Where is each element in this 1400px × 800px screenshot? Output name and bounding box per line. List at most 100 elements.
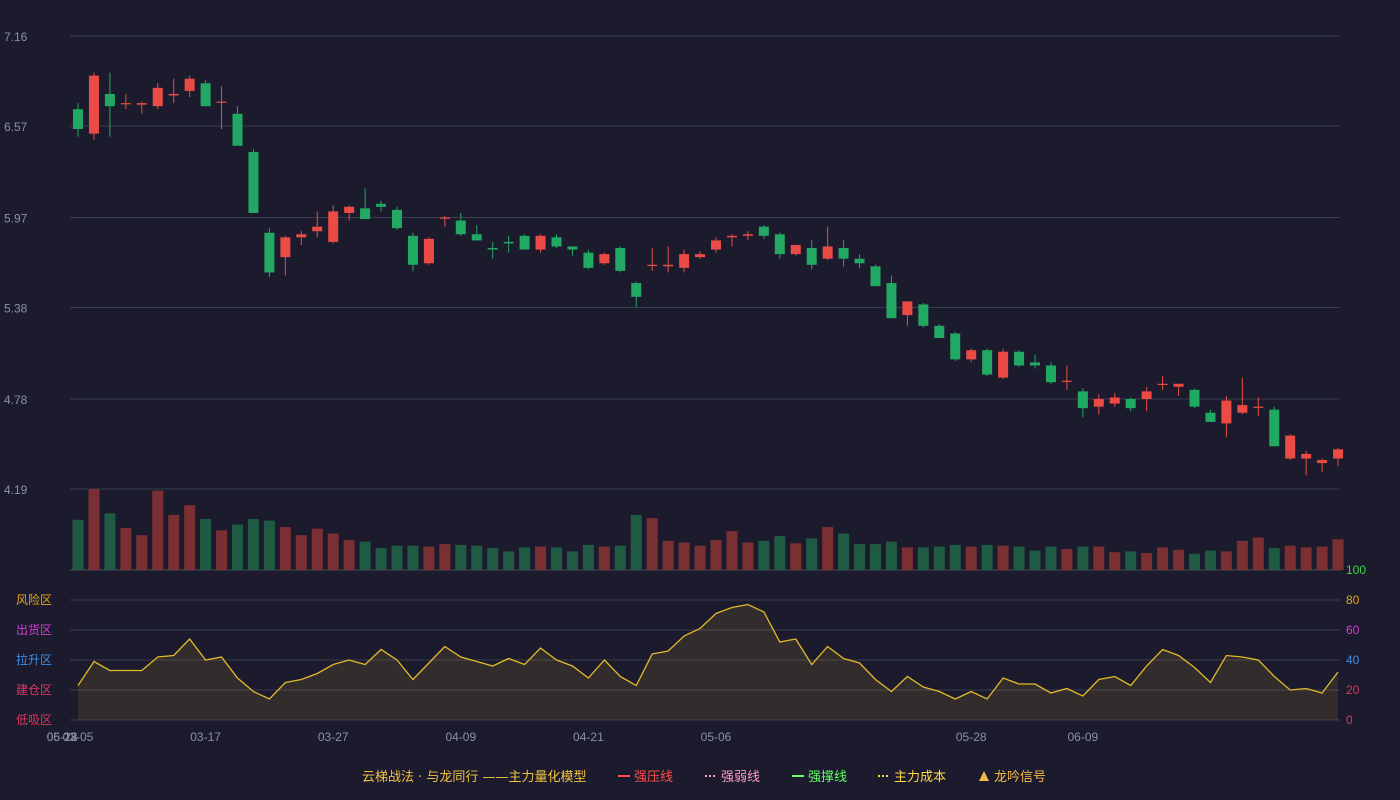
price-tick-label: 4.19: [4, 483, 28, 497]
candle: [551, 234, 562, 249]
candle: [806, 240, 817, 270]
volume-bar: [965, 546, 977, 570]
legend-item[interactable]: 主力成本: [878, 770, 946, 785]
candle-body: [1014, 351, 1025, 366]
candle-body: [726, 235, 737, 238]
volume-bar: [1189, 553, 1200, 570]
candle: [1125, 397, 1136, 412]
candle-body: [615, 248, 626, 271]
candle: [264, 228, 275, 277]
candle: [679, 249, 690, 273]
candle: [439, 215, 450, 227]
candle: [1269, 406, 1280, 447]
candle-body: [567, 246, 578, 250]
volume-bar: [120, 527, 132, 570]
legend-item[interactable]: 强撑线: [792, 770, 847, 785]
candle-body: [1045, 365, 1056, 383]
candle: [1093, 394, 1104, 415]
zone-label: 风险区: [16, 592, 52, 607]
candle-body: [774, 234, 785, 255]
volume-bar: [1077, 546, 1089, 570]
candle-body: [647, 264, 658, 266]
candle: [471, 225, 482, 241]
candle-body: [822, 246, 833, 259]
legend-item[interactable]: 强弱线: [705, 770, 760, 785]
candle: [407, 232, 418, 271]
candle-body: [248, 151, 259, 213]
date-tick-label: 03-27: [318, 730, 349, 744]
candle: [328, 205, 339, 244]
volume-bar: [375, 548, 387, 570]
candle: [376, 200, 387, 212]
volume-bar: [152, 490, 164, 570]
candle-body: [998, 351, 1009, 378]
legend-item[interactable]: 龙吟信号: [979, 769, 1046, 785]
volume-bar: [1204, 550, 1216, 570]
candle: [168, 78, 179, 104]
indicator-series: [77, 603, 1339, 720]
volume-bar: [104, 513, 116, 570]
volume-bar: [295, 535, 307, 570]
candle: [1157, 376, 1168, 390]
volume-bar: [1141, 552, 1153, 570]
candle: [360, 188, 371, 220]
volume-bar: [885, 541, 897, 570]
volume-bar: [997, 545, 1009, 570]
zone-label: 拉升区: [16, 652, 52, 667]
candle: [838, 240, 849, 267]
candle: [1061, 365, 1072, 390]
candle-body: [790, 244, 801, 255]
volume-bar: [343, 540, 355, 570]
candle: [950, 331, 961, 361]
candle-body: [280, 237, 291, 258]
volume-bar: [184, 505, 196, 570]
candle-body: [360, 208, 371, 220]
volume-bar: [200, 518, 212, 570]
volume-bar: [439, 544, 451, 570]
candle: [822, 226, 833, 261]
volume-bar: [263, 520, 275, 570]
candle-body: [407, 235, 418, 265]
candle-body: [663, 264, 674, 267]
volume-bar: [216, 530, 228, 570]
candle: [1109, 392, 1120, 407]
candle-body: [1109, 397, 1120, 404]
candle-body: [200, 83, 211, 107]
candle-body: [1269, 409, 1280, 447]
candle-body: [88, 75, 99, 134]
candle-body: [1093, 399, 1104, 407]
candle: [758, 225, 769, 239]
candle-body: [1317, 460, 1328, 464]
candle-body: [806, 248, 817, 265]
legend-item[interactable]: 强压线: [618, 770, 673, 785]
volume-bar: [774, 535, 786, 570]
volume-bar: [247, 518, 259, 570]
candle: [248, 148, 259, 213]
candle-body: [168, 93, 179, 96]
candle: [854, 254, 865, 268]
candle-body: [1285, 435, 1296, 459]
candle-body: [1333, 449, 1344, 459]
volume-bar: [279, 527, 291, 570]
price-tick-label: 4.78: [4, 393, 28, 407]
candle: [73, 103, 83, 137]
candle-body: [1301, 453, 1312, 459]
candle-body: [918, 304, 929, 326]
candle: [998, 348, 1009, 380]
candle-body: [950, 333, 961, 360]
legend-label: 龙吟信号: [994, 769, 1046, 785]
candle: [1333, 447, 1344, 467]
candle: [344, 205, 355, 221]
candlestick-series: [73, 72, 1344, 476]
candle-body: [264, 232, 275, 273]
volume-bar: [981, 544, 993, 570]
volume-bar: [1125, 551, 1137, 570]
price-tick-label: 7.16: [4, 30, 28, 44]
volume-bar: [1220, 551, 1232, 570]
candle-body: [376, 203, 387, 207]
volume-bar: [503, 551, 515, 570]
candle-body: [232, 113, 243, 146]
chart-legend[interactable]: 云梯战法 · 与龙同行 ——主力量化模型 强压线 强弱线 强撑线 主力成本 龙吟信号: [362, 769, 1046, 785]
candle: [1045, 362, 1056, 384]
volume-bar: [742, 542, 754, 570]
